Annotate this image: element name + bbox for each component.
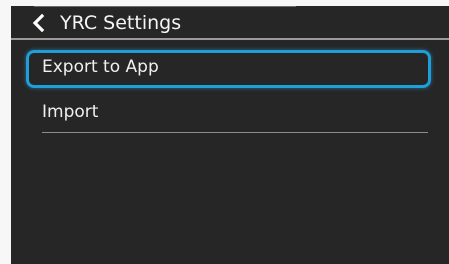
title-bar: YRC Settings (11, 6, 449, 37)
settings-screen: YRC Settings Export to App Import (11, 6, 449, 264)
menu-item-label: Export to App (42, 57, 159, 77)
item-divider (42, 132, 428, 133)
menu-item-import[interactable]: Import (26, 95, 431, 133)
title-divider (11, 38, 449, 40)
page-title: YRC Settings (60, 12, 182, 34)
chevron-left-icon (32, 13, 45, 33)
menu-item-export-to-app[interactable]: Export to App (26, 50, 431, 88)
menu-item-label: Import (42, 102, 99, 122)
back-button[interactable] (29, 12, 51, 34)
